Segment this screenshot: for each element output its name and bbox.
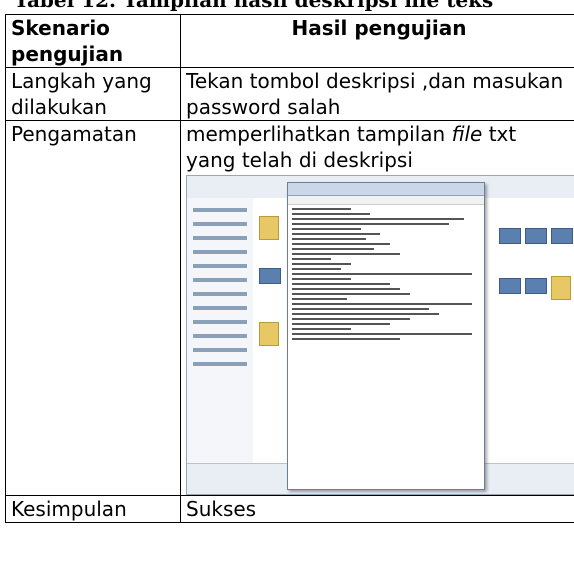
test-result-table: Skenario pengujian Hasil pengujian Langk… [5,14,574,523]
screenshot-image [186,175,574,495]
table-row: Kesimpulan Sukses [5,495,574,523]
observation-text: memperlihatkan tampilan file txt yang te… [186,121,572,173]
explorer-sidebar [187,198,254,464]
notepad-window [287,182,485,490]
row-label-steps: Langkah yang dilakukan [5,67,181,121]
table-caption: Tabel 12. Tampilan hasil deskripsi file … [14,0,494,12]
row-label-observation: Pengamatan [5,120,181,496]
observation-prefix: memperlihatkan tampilan [186,122,452,146]
header-scenario: Skenario pengujian [5,14,181,68]
table-row: Langkah yang dilakukan Tekan tombol desk… [5,67,574,121]
table-header-row: Skenario pengujian Hasil pengujian [5,14,574,68]
row-label-conclusion: Kesimpulan [5,495,181,523]
row-value-steps: Tekan tombol deskripsi ,dan masukan pass… [180,67,574,121]
row-value-observation: memperlihatkan tampilan file txt yang te… [180,120,574,496]
observation-italic: file [451,122,483,146]
header-result: Hasil pengujian [180,14,574,68]
notepad-titlebar [288,183,484,196]
notepad-menubar [288,196,484,205]
row-value-conclusion: Sukses [180,495,574,523]
table-row: Pengamatan memperlihatkan tampilan file … [5,120,574,496]
